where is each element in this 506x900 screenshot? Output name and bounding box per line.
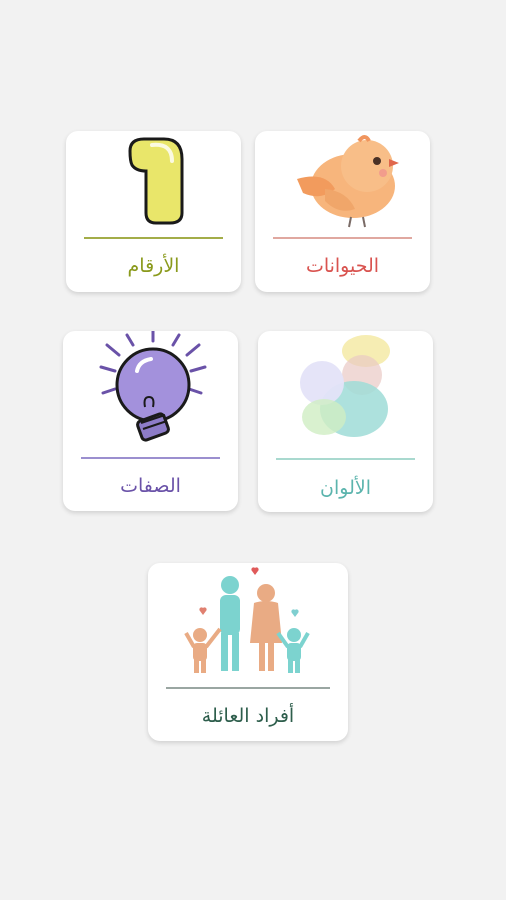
category-card-numbers[interactable]: الأرقام xyxy=(66,131,241,292)
divider xyxy=(81,457,220,459)
color-circles-icon xyxy=(258,331,433,437)
family-icon xyxy=(148,563,348,678)
category-label: أفراد العائلة xyxy=(201,705,295,727)
category-label: الألوان xyxy=(320,477,371,499)
category-card-traits[interactable]: الصفات xyxy=(63,329,238,511)
divider xyxy=(84,237,223,239)
category-card-animals[interactable]: الحيوانات xyxy=(255,131,430,292)
category-label: الصفات xyxy=(120,475,181,497)
divider xyxy=(276,458,415,460)
number-one-icon xyxy=(66,131,241,231)
category-card-colors[interactable]: الألوان xyxy=(258,331,433,512)
divider xyxy=(273,237,412,239)
category-card-family[interactable]: أفراد العائلة xyxy=(148,563,348,741)
bird-icon xyxy=(255,131,430,231)
lightbulb-icon xyxy=(63,329,238,442)
category-label: الأرقام xyxy=(127,255,180,277)
category-label: الحيوانات xyxy=(305,255,380,277)
divider xyxy=(166,687,330,689)
